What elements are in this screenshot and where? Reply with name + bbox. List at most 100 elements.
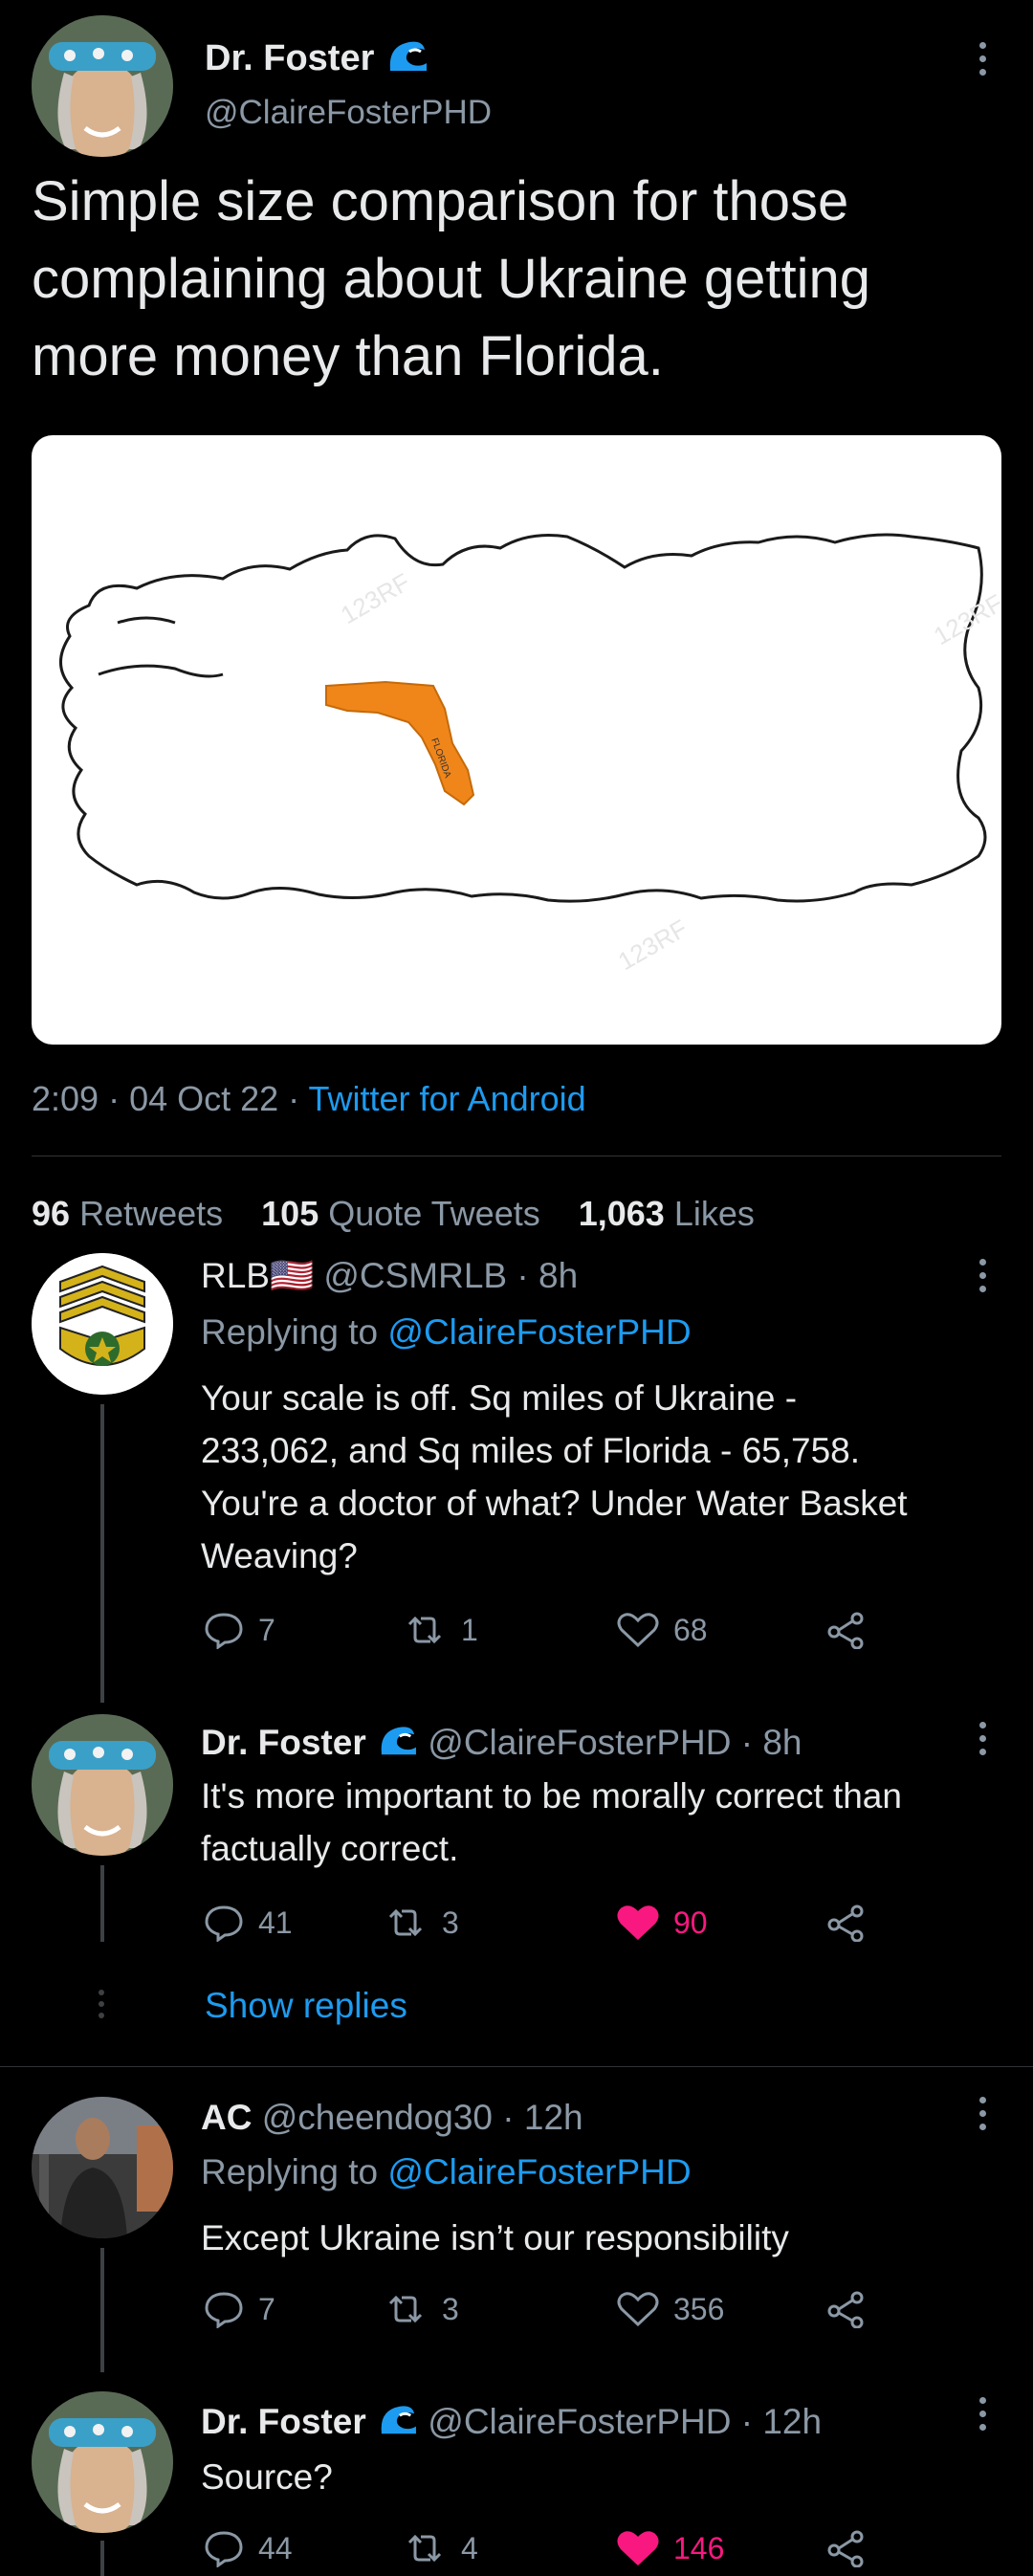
avatar-ac[interactable] xyxy=(32,2097,173,2238)
more-icon[interactable] xyxy=(977,2397,988,2435)
reply-icon xyxy=(205,1905,243,1942)
like-count: 68 xyxy=(673,1612,708,1647)
avatar-image xyxy=(32,2391,173,2533)
reply-handle[interactable]: @CSMRLB xyxy=(323,1256,507,1295)
wave-icon xyxy=(376,2401,418,2447)
likes-count: 1,063 xyxy=(578,1194,665,1233)
share-button[interactable] xyxy=(824,1904,880,1942)
share-button[interactable] xyxy=(824,2529,880,2567)
replying-to: Replying to @ClaireFosterPHD xyxy=(201,2152,692,2192)
quotes-count: 105 xyxy=(261,1194,319,1233)
thread-dots xyxy=(99,1990,106,2018)
share-icon xyxy=(827,1904,864,1942)
share-icon xyxy=(827,1612,864,1649)
replying-to-handle[interactable]: @ClaireFosterPHD xyxy=(387,2152,691,2191)
divider xyxy=(0,2066,1033,2067)
likes-stat[interactable]: 1,063 Likes xyxy=(579,1194,755,1233)
retweet-button[interactable]: 3 xyxy=(383,2290,459,2328)
reply-handle[interactable]: @ClaireFosterPHD xyxy=(428,1723,731,1762)
avatar-image xyxy=(32,2097,173,2238)
reply-display-name[interactable]: AC xyxy=(201,2098,252,2137)
replying-prefix: Replying to xyxy=(201,2152,379,2191)
retweet-count: 4 xyxy=(461,2530,478,2565)
retweets-stat[interactable]: 96 Retweets xyxy=(32,1194,223,1233)
reply-icon xyxy=(205,1613,243,1649)
retweet-button[interactable]: 3 xyxy=(383,1904,459,1942)
retweet-icon xyxy=(407,2534,442,2563)
share-button[interactable] xyxy=(824,1611,880,1649)
author-handle[interactable]: @ClaireFosterPHD xyxy=(205,94,492,132)
retweet-count: 1 xyxy=(461,1612,478,1647)
like-button[interactable]: 68 xyxy=(616,1611,708,1649)
share-button[interactable] xyxy=(824,2290,880,2328)
tweet-date: 04 Oct 22 xyxy=(129,1079,279,1118)
tweet-time: 2:09 xyxy=(32,1079,99,1118)
avatar-dr-foster[interactable] xyxy=(32,15,173,157)
tweet-text-line: complaining about Ukraine getting xyxy=(32,248,870,310)
retweet-icon xyxy=(388,2295,423,2323)
reply-button[interactable]: 7 xyxy=(203,2290,275,2328)
thread-line xyxy=(100,2541,104,2576)
reply-time: · 12h xyxy=(502,2098,583,2137)
avatar-rlb[interactable] xyxy=(32,1253,173,1395)
watermark: 123RF xyxy=(336,567,415,629)
thread-line xyxy=(100,1404,104,1703)
reply-count: 7 xyxy=(258,1612,275,1647)
reply-header: Dr. Foster @ClaireFosterPHD · 8h xyxy=(201,1722,802,1768)
reply-display-name[interactable]: Dr. Foster xyxy=(201,2402,366,2441)
reply-text-line: It's more important to be morally correc… xyxy=(201,1776,902,1816)
avatar-image xyxy=(32,1714,173,1856)
quotes-stat[interactable]: 105 Quote Tweets xyxy=(261,1194,540,1233)
author-display-name[interactable]: Dr. Foster xyxy=(205,38,374,78)
more-icon[interactable] xyxy=(977,2097,988,2135)
reply-icon xyxy=(205,2531,243,2567)
retweet-button[interactable]: 4 xyxy=(402,2529,478,2567)
like-icon xyxy=(617,2531,659,2566)
tweet-image[interactable]: FLORIDA 123RF 123RF 123RF xyxy=(32,435,1001,1045)
avatar-dr-foster[interactable] xyxy=(32,2391,173,2533)
more-icon[interactable] xyxy=(977,42,988,80)
reply-text-line: Except Ukraine isn’t our responsibility xyxy=(201,2218,789,2257)
reply-header: RLB🇺🇸 @CSMRLB · 8h xyxy=(201,1255,578,1297)
more-icon[interactable] xyxy=(977,1259,988,1297)
reply-text-line: 233,062, and Sq miles of Florida - 65,75… xyxy=(201,1431,861,1470)
like-icon xyxy=(617,1613,659,1648)
retweets-label: Retweets xyxy=(79,1194,224,1233)
reply-header: AC @cheendog30 · 12h xyxy=(201,2097,583,2139)
tweet-meta: 2:09 · 04 Oct 22 · Twitter for Android xyxy=(32,1079,586,1118)
reply-text-line: You're a doctor of what? Under Water Bas… xyxy=(201,1484,908,1523)
reply-button[interactable]: 7 xyxy=(203,1611,275,1649)
replying-prefix: Replying to xyxy=(201,1312,379,1352)
like-icon xyxy=(617,2292,659,2327)
reply-text-line: Weaving? xyxy=(201,1536,358,1575)
avatar-dr-foster[interactable] xyxy=(32,1714,173,1856)
retweets-count: 96 xyxy=(32,1194,71,1233)
replying-to-handle[interactable]: @ClaireFosterPHD xyxy=(387,1312,691,1352)
reply-count: 44 xyxy=(258,2530,293,2565)
like-button[interactable]: 356 xyxy=(616,2290,724,2328)
like-icon xyxy=(617,1905,659,1941)
like-count: 356 xyxy=(673,2291,725,2326)
tweet-source[interactable]: Twitter for Android xyxy=(309,1079,586,1118)
reply-text: Your scale is off. Sq miles of Ukraine -… xyxy=(201,1372,908,1582)
reply-handle[interactable]: @ClaireFosterPHD xyxy=(428,2402,731,2441)
share-icon xyxy=(827,2530,864,2567)
reply-button[interactable]: 41 xyxy=(203,1904,293,1942)
more-icon[interactable] xyxy=(977,1722,988,1760)
tweet-stats: 96 Retweets 105 Quote Tweets 1,063 Likes xyxy=(32,1194,755,1234)
avatar-image xyxy=(32,15,173,157)
tweet-text-line: Simple size comparison for those xyxy=(32,170,849,232)
reply-text-line: Source? xyxy=(201,2457,333,2497)
reply-display-name[interactable]: RLB xyxy=(201,1256,270,1295)
like-button[interactable]: 90 xyxy=(616,1904,708,1942)
reply-display-name[interactable]: Dr. Foster xyxy=(201,1723,366,1762)
reply-handle[interactable]: @cheendog30 xyxy=(262,2098,493,2137)
reply-button[interactable]: 44 xyxy=(203,2529,293,2567)
show-replies-link[interactable]: Show replies xyxy=(205,1986,407,2026)
like-button[interactable]: 146 xyxy=(616,2529,724,2567)
map-image: FLORIDA 123RF 123RF 123RF xyxy=(59,533,1001,976)
reply-icon xyxy=(205,2292,243,2328)
like-count: 90 xyxy=(673,1904,708,1940)
retweet-button[interactable]: 1 xyxy=(402,1611,478,1649)
replying-to: Replying to @ClaireFosterPHD xyxy=(201,1312,692,1353)
